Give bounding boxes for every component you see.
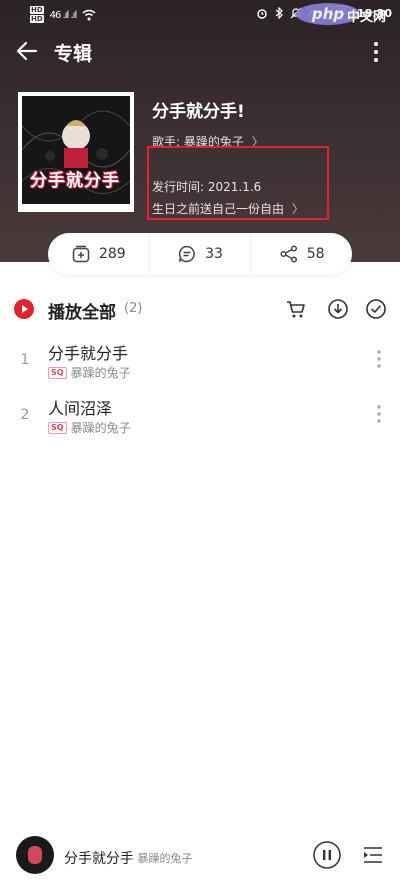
playlist-queue-icon[interactable] xyxy=(362,844,384,866)
back-arrow-icon[interactable] xyxy=(14,38,40,64)
comment-count: 33 xyxy=(205,246,223,262)
hd-badge: HD xyxy=(30,15,44,23)
mini-player-artwork[interactable] xyxy=(16,836,54,874)
now-playing-title: 分手就分手 xyxy=(64,851,134,867)
album-stats-card: 289 33 58 xyxy=(48,233,352,275)
play-all-bar: 播放全部 (2) xyxy=(0,292,400,328)
sq-quality-badge: SQ xyxy=(48,421,67,434)
song-more-icon[interactable] xyxy=(374,403,384,425)
song-index: 1 xyxy=(20,352,30,368)
share-button[interactable]: 58 xyxy=(250,233,352,275)
wifi-icon xyxy=(82,9,96,21)
sq-quality-badge: SQ xyxy=(48,366,67,379)
song-row[interactable]: 1 分手就分手 SQ 暴躁的兔子 xyxy=(0,338,400,388)
status-left: HD HD 46 .ıl .ıl xyxy=(30,6,96,24)
share-icon xyxy=(280,245,297,263)
watermark-text: 中文网 xyxy=(346,10,386,25)
song-meta: SQ 暴躁的兔子 xyxy=(48,419,131,436)
song-artist: 暴躁的兔子 xyxy=(70,366,131,380)
multi-select-icon[interactable] xyxy=(364,297,388,321)
share-count: 58 xyxy=(306,246,325,262)
play-all-icon[interactable] xyxy=(14,299,34,319)
pause-icon[interactable] xyxy=(312,840,342,870)
cart-icon[interactable] xyxy=(284,297,308,321)
alarm-icon xyxy=(257,9,267,19)
top-bar: 专辑 xyxy=(0,34,400,70)
song-meta: SQ 暴躁的兔子 xyxy=(48,364,131,381)
annotation-highlight-box xyxy=(147,146,329,220)
download-icon[interactable] xyxy=(326,297,350,321)
status-bar: HD HD 46 .ıl .ıl 100 18:30 php 中文网 xyxy=(0,0,400,28)
cover-title-text: 分手就分手 xyxy=(30,171,120,191)
song-count: (2) xyxy=(124,301,143,316)
hd-badges: HD HD xyxy=(30,6,44,24)
comment-button[interactable]: 33 xyxy=(148,233,251,275)
album-header: HD HD 46 .ıl .ıl 100 18:30 php 中文网 专辑 xyxy=(0,0,400,262)
signal-icon: 46 .ıl .ıl xyxy=(49,9,78,21)
bluetooth-icon xyxy=(275,7,283,19)
song-more-icon[interactable] xyxy=(374,348,384,370)
add-to-collection-icon xyxy=(72,245,90,263)
album-title: 分手就分手! xyxy=(152,102,245,122)
album-cover[interactable]: 分手就分手 xyxy=(18,92,134,212)
comment-icon xyxy=(178,245,195,263)
mini-player[interactable]: 分手就分手 - 暴躁的兔子 xyxy=(0,832,400,888)
play-all-button[interactable]: 播放全部 xyxy=(48,298,116,323)
now-playing-artist: - 暴躁的兔子 xyxy=(130,852,193,865)
hd-badge: HD xyxy=(30,6,44,14)
more-options-icon[interactable] xyxy=(366,39,386,65)
artwork-figure xyxy=(28,846,42,864)
collect-count: 289 xyxy=(98,246,126,262)
page-title: 专辑 xyxy=(54,43,93,65)
song-title: 分手就分手 xyxy=(48,344,129,363)
song-title: 人间沼泽 xyxy=(48,399,113,418)
collect-button[interactable]: 289 xyxy=(48,233,149,275)
song-index: 2 xyxy=(20,407,30,423)
song-artist: 暴躁的兔子 xyxy=(70,421,131,435)
song-row[interactable]: 2 人间沼泽 SQ 暴躁的兔子 xyxy=(0,393,400,443)
